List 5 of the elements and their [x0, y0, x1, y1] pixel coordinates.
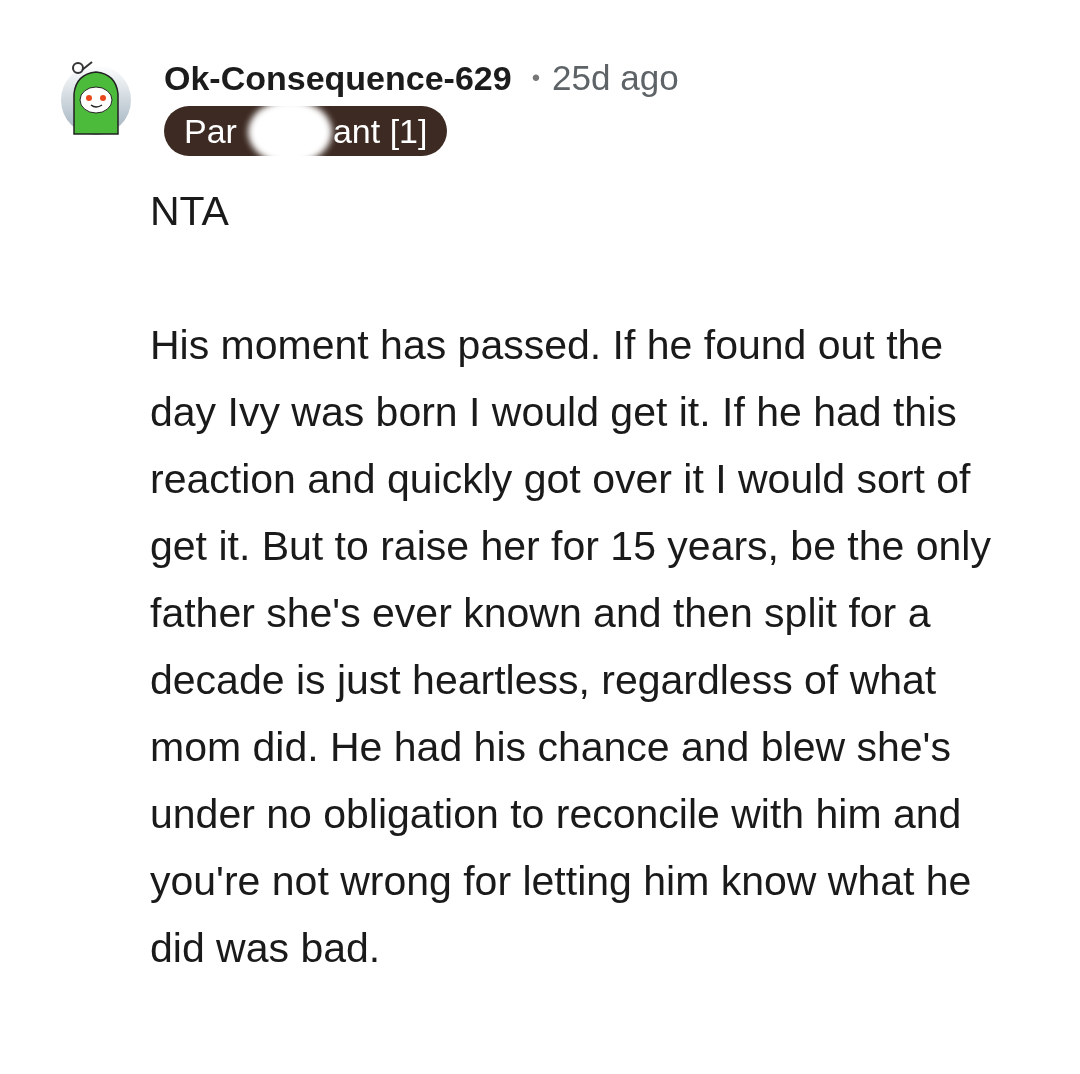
comment-paragraph: His moment has passed. If he found out the day Ivy was born I would get it. If he had this reaction and quickly got over it I would sort of get it. But to raise her for 15 years, be the only father she's ever known and then split for a decade is just heartless, regardless of what mom did. He had his chance and blew she's under no obligation to reconcile with him and you're not wrong for letting him know what he did was bad.: [150, 321, 992, 973]
comment-paragraph: NTA: [150, 187, 230, 236]
timestamp: 25d ago: [552, 58, 679, 98]
username[interactable]: Ok-Consequence-629: [164, 58, 512, 98]
separator-dot: •: [531, 64, 541, 92]
